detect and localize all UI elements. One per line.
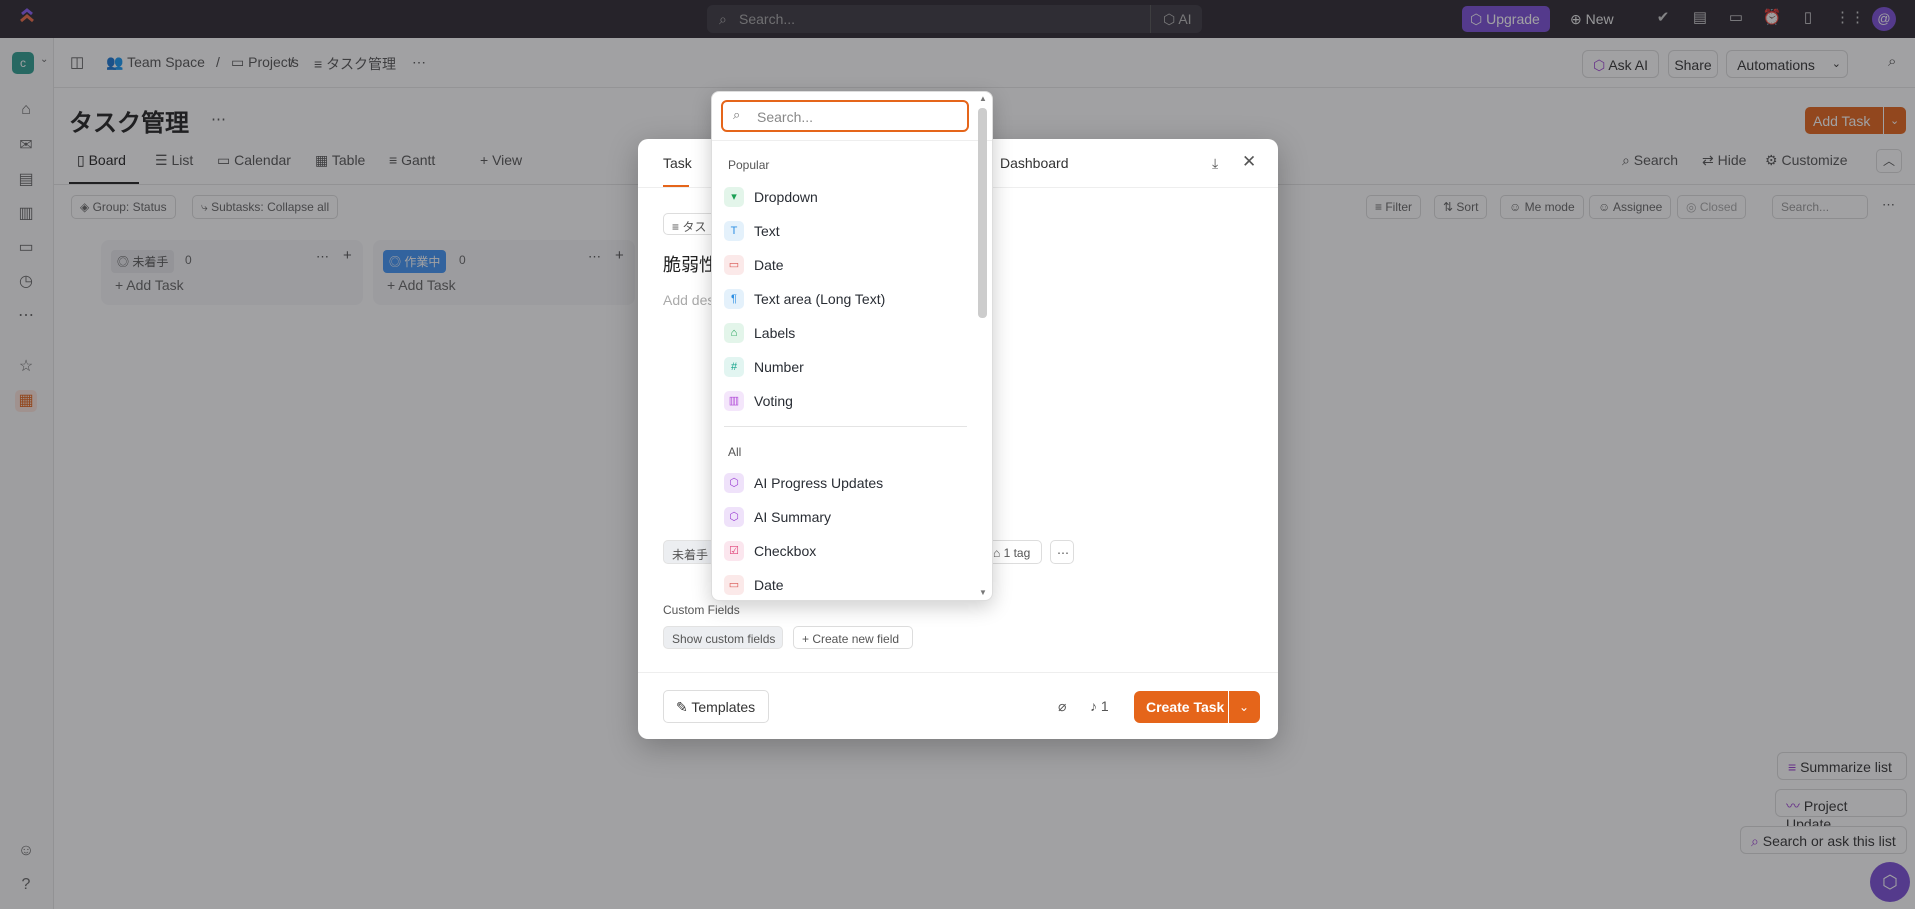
tags-label: 1 tag	[1003, 546, 1031, 560]
list-icon: ≡	[672, 220, 683, 234]
close-icon[interactable]: ✕	[1242, 152, 1256, 172]
custom-fields-heading: Custom Fields	[663, 603, 740, 617]
modal-footer-divider	[638, 672, 1278, 673]
dropdown-icon: ▾	[724, 187, 744, 207]
field-type-label: AI Progress Updates	[754, 475, 884, 491]
voting-icon: ▥	[724, 391, 744, 411]
field-type-label: Labels	[754, 325, 796, 341]
tag-icon: ⌂	[724, 323, 744, 343]
scroll-down-icon[interactable]: ▼	[979, 588, 987, 597]
field-search-placeholder: Search...	[757, 109, 814, 125]
field-type-option[interactable]: T Text	[724, 216, 979, 246]
field-type-option[interactable]: ▭ Date	[724, 570, 979, 600]
field-type-option[interactable]: ¶ Text area (Long Text)	[724, 284, 979, 314]
field-type-label: Text	[754, 223, 780, 239]
notify-button[interactable]: ♪ 1	[1090, 698, 1109, 714]
more-options-icon[interactable]: ⋯	[1050, 540, 1074, 564]
wand-icon: ✎	[676, 699, 692, 715]
field-type-label: Number	[754, 359, 804, 375]
field-search-input[interactable]: ⌕ Search...	[721, 100, 969, 132]
field-type-label: Dropdown	[754, 189, 818, 205]
task-name-input[interactable]: 脆弱性	[663, 251, 717, 277]
field-type-option[interactable]: ⬡ AI Progress Updates	[724, 468, 979, 498]
notify-count: 1	[1100, 698, 1109, 714]
field-type-option[interactable]: ▥ Voting	[724, 386, 979, 416]
hash-icon: #	[724, 357, 744, 377]
dropdown-divider	[712, 140, 992, 141]
status-chip[interactable]: 未着手	[663, 540, 715, 564]
minimize-icon[interactable]: ⤓	[1212, 155, 1218, 172]
bell-icon: ♪	[1090, 698, 1101, 714]
tags-chip[interactable]: ⌂ 1 tag	[986, 540, 1042, 564]
field-type-label: Date	[754, 577, 784, 593]
field-type-option[interactable]: ☑ Checkbox	[724, 536, 979, 566]
plus-icon: +	[802, 632, 813, 646]
field-type-label: Checkbox	[754, 543, 817, 559]
tab-task[interactable]: Task	[663, 155, 692, 171]
checkbox-icon: ☑	[724, 541, 744, 561]
create-task-button[interactable]: Create Task	[1134, 691, 1228, 723]
popular-section-heading: Popular	[728, 158, 770, 172]
field-type-option[interactable]: # Number	[724, 352, 979, 382]
field-type-option[interactable]: ▾ Dropdown	[724, 182, 979, 212]
ai-icon: ⬡	[724, 473, 744, 493]
textarea-icon: ¶	[724, 289, 744, 309]
field-type-label: Text area (Long Text)	[754, 291, 886, 307]
field-type-label: Date	[754, 257, 784, 273]
show-custom-fields-button[interactable]: Show custom fields	[663, 626, 783, 649]
all-section-heading: All	[728, 445, 742, 459]
templates-label: Templates	[691, 699, 756, 715]
tab-dashboard[interactable]: Dashboard	[1000, 155, 1069, 171]
create-new-field-label: Create new field	[812, 632, 900, 646]
templates-button[interactable]: ✎ Templates	[663, 690, 769, 723]
section-divider	[724, 426, 967, 427]
field-type-option[interactable]: ⌂ Labels	[724, 318, 979, 348]
field-type-option[interactable]: ▭ Date	[724, 250, 979, 280]
calendar-icon: ▭	[724, 255, 744, 275]
description-input[interactable]: Add des	[663, 292, 714, 308]
list-selector-label: タス	[682, 220, 707, 234]
scroll-up-icon[interactable]: ▲	[979, 94, 987, 103]
create-task-dropdown-chevron-icon[interactable]: ⌄	[1229, 691, 1260, 723]
field-type-option[interactable]: ⬡ AI Summary	[724, 502, 979, 532]
tag-icon: ⌂	[993, 546, 1004, 560]
ai-icon: ⬡	[724, 507, 744, 527]
field-type-label: AI Summary	[754, 509, 832, 525]
text-icon: T	[724, 221, 744, 241]
create-new-field-button[interactable]: + Create new field	[793, 626, 913, 649]
search-icon: ⌕	[733, 107, 741, 122]
field-type-dropdown: ⌕ Search... Popular ▾ Dropdown T Text ▭ Date ¶…	[711, 91, 993, 601]
dropdown-scrollbar[interactable]	[978, 108, 987, 318]
field-type-label: Voting	[754, 393, 793, 409]
calendar-icon: ▭	[724, 575, 744, 595]
attachment-icon[interactable]: ⌀	[1058, 698, 1066, 715]
